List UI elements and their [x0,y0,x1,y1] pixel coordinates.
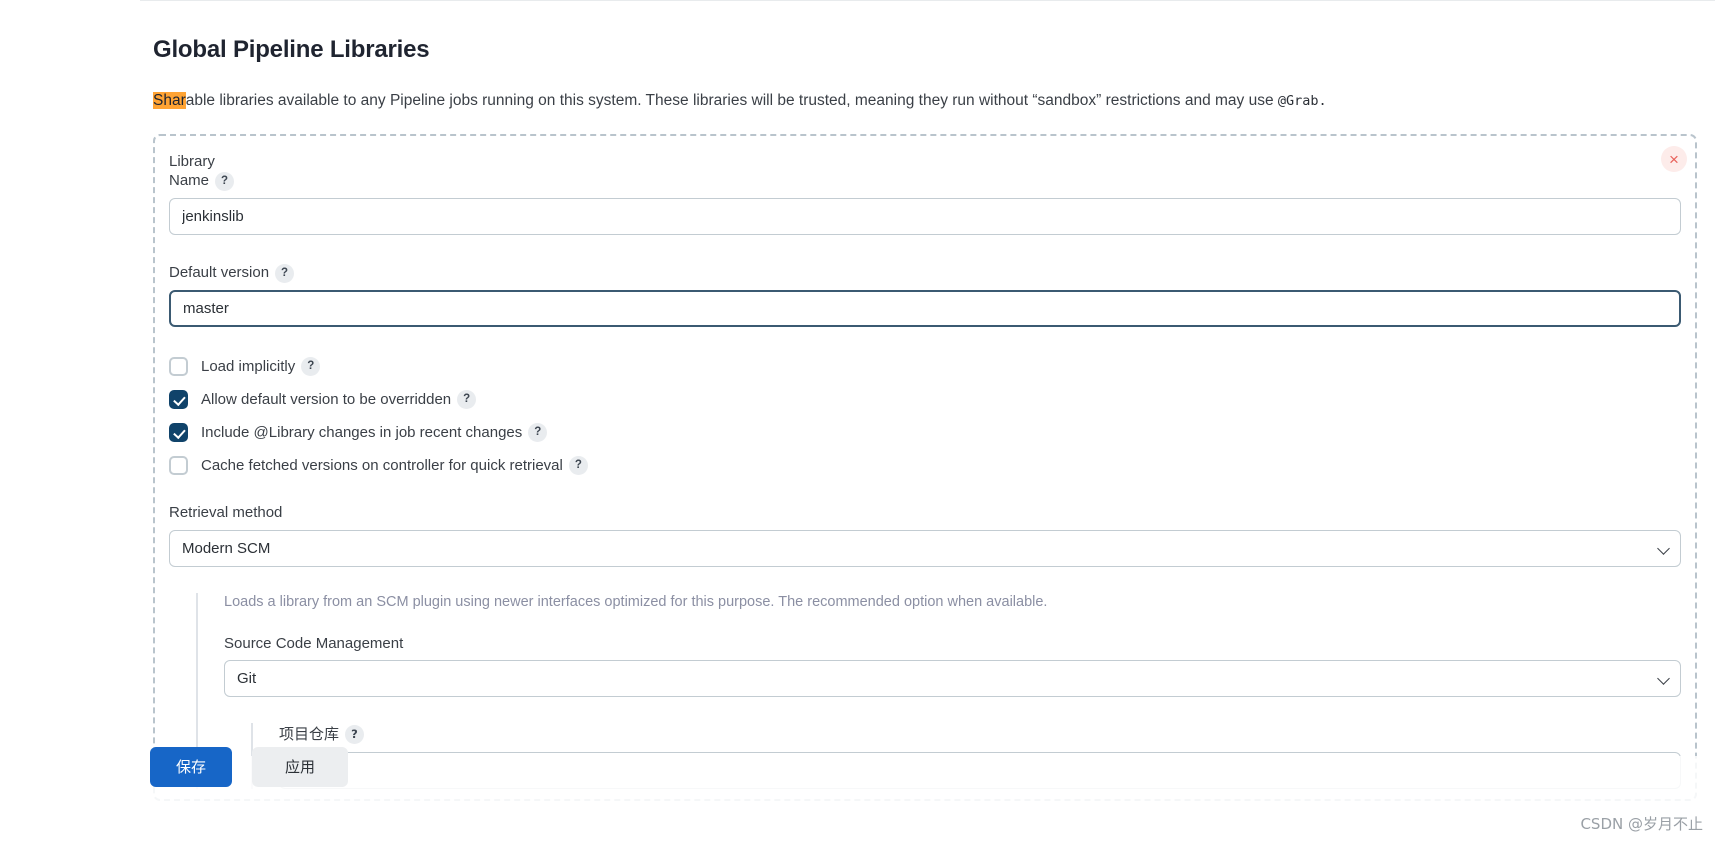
checkbox-label-cache-fetched-versions: Cache fetched versions on controller for… [201,457,563,475]
intro-highlight: Shar [153,92,186,109]
library-name-label: Library Name? [169,152,239,192]
apply-button[interactable]: 应用 [252,747,349,787]
watermark: CSDN @岁月不止 [1580,815,1703,833]
checkbox-allow-override[interactable] [169,390,188,410]
repo-label: 项目仓库? [279,723,1681,744]
repo-url-input[interactable] [279,751,1681,789]
save-button[interactable]: 保存 [150,747,233,787]
library-name-input[interactable] [169,198,1681,236]
checkbox-label-include-library-changes: Include @Library changes in job recent c… [201,424,523,442]
retrieval-method-select-wrap: Modern SCM [169,529,1681,567]
scm-select[interactable]: Git [224,659,1681,697]
help-icon-cache-fetched-versions[interactable]: ? [568,456,588,476]
default-version-input[interactable] [169,290,1681,328]
scm-select-wrap: Git [224,659,1681,697]
grab-code: @Grab. [1277,93,1327,109]
jenkins-config-page: Global Pipeline Libraries Sharable libra… [0,0,1715,848]
checkbox-load-implicitly[interactable] [169,357,188,377]
intro-text: able libraries available to any Pipeline… [185,92,1278,109]
checkbox-label-load-implicitly: Load implicitly [201,358,296,376]
checkbox-label-allow-override: Allow default version to be overridden [201,391,452,409]
checkbox-cache-fetched-versions[interactable] [169,456,188,476]
help-icon-allow-override[interactable]: ? [457,390,477,410]
page-title: Global Pipeline Libraries [153,36,430,63]
help-icon-repo[interactable]: ? [345,724,365,744]
scm-label: Source Code Management [224,634,404,652]
library-name-label-line1: Library [169,152,215,170]
checkbox-row-include-library-changes[interactable]: Include @Library changes in job recent c… [169,423,1681,443]
retrieval-method-select[interactable]: Modern SCM [169,529,1681,567]
library-name-label-line2: Name [169,172,210,190]
help-icon-default-version[interactable]: ? [275,264,295,284]
repo-section: 项目仓库? [251,722,1681,789]
checkbox-row-allow-override[interactable]: Allow default version to be overridden ? [169,390,1681,410]
close-icon[interactable]: × [1661,145,1687,172]
help-icon-library-name[interactable]: ? [215,172,235,192]
main-content: Global Pipeline Libraries Sharable libra… [153,0,1697,801]
help-icon-include-library-changes[interactable]: ? [528,423,548,443]
action-buttons: 保存 应用 [150,747,349,787]
intro-description: Sharable libraries available to any Pipe… [153,91,1697,112]
checkbox-include-library-changes[interactable] [169,423,188,443]
checkbox-row-load-implicitly[interactable]: Load implicitly ? [169,357,1681,377]
scm-description: Loads a library from an SCM plugin using… [224,593,1048,610]
retrieval-method-label: Retrieval method [169,504,283,522]
help-icon-load-implicitly[interactable]: ? [301,357,321,377]
scm-section: Loads a library from an SCM plugin using… [196,592,1681,789]
checkbox-row-cache-fetched-versions[interactable]: Cache fetched versions on controller for… [169,456,1681,476]
library-block: × Library Name? Default version? Load im… [153,133,1697,801]
repo-label-text: 项目仓库 [279,724,340,743]
default-version-label: Default version? [169,263,1681,284]
